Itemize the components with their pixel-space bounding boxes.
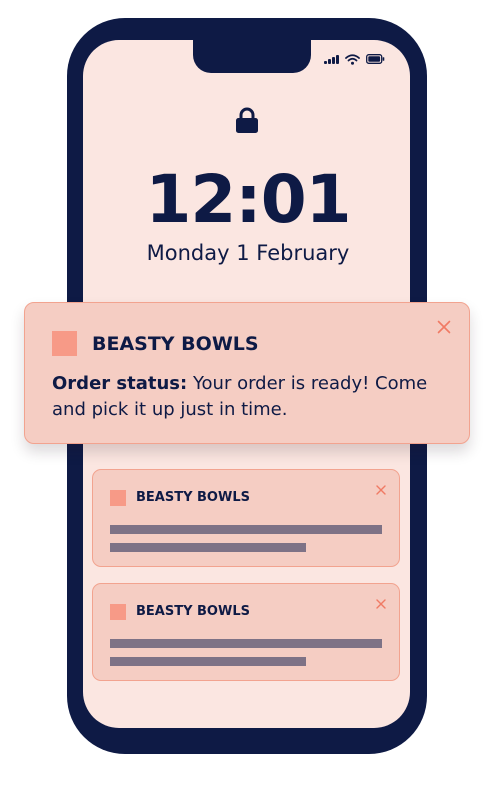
lock-screen-time: 12:01	[145, 161, 351, 238]
lock-icon	[235, 107, 259, 133]
notification-card[interactable]: BEASTY BOWLS	[92, 469, 400, 567]
lock-screen-date: Monday 1 February	[146, 241, 350, 265]
notification-title: Order status:	[52, 373, 188, 394]
cellular-signal-icon	[324, 54, 339, 64]
app-icon	[52, 331, 77, 356]
placeholder-text-line	[110, 543, 306, 552]
app-icon	[110, 490, 126, 506]
close-icon[interactable]	[376, 480, 386, 495]
notification-card[interactable]: BEASTY BOWLS	[92, 583, 400, 681]
close-icon[interactable]	[437, 319, 451, 334]
app-icon	[110, 604, 126, 620]
phone-notch	[193, 37, 311, 73]
lock-screen-illustration: 12:01 Monday 1 February BEASTY BOWLS Ord…	[0, 0, 497, 785]
placeholder-text-line	[110, 639, 382, 648]
battery-icon	[365, 54, 385, 64]
notification-card-main[interactable]: BEASTY BOWLS Order status: Your order is…	[24, 302, 470, 444]
wifi-icon	[344, 53, 360, 65]
notification-message: Order status: Your order is ready! Come …	[52, 371, 452, 423]
notification-app-name: BEASTY BOWLS	[92, 333, 259, 355]
placeholder-text-line	[110, 657, 306, 666]
notification-app-name: BEASTY BOWLS	[136, 604, 250, 619]
notification-app-name: BEASTY BOWLS	[136, 490, 250, 505]
status-bar	[324, 52, 388, 66]
placeholder-text-line	[110, 525, 382, 534]
close-icon[interactable]	[376, 594, 386, 609]
